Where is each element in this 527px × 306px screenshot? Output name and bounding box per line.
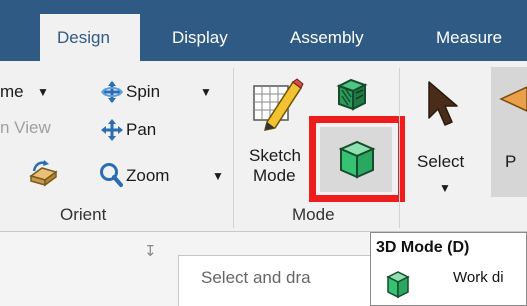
select-label: Select <box>417 152 465 171</box>
highlight-box <box>309 116 405 202</box>
zoom-icon <box>100 163 123 187</box>
chevron-down-icon: ▼ <box>37 85 49 99</box>
spin-label: Spin <box>126 82 161 101</box>
tab-measure-label: Measure <box>436 28 503 47</box>
tab-assembly-label: Assembly <box>290 28 364 47</box>
tab-display-label: Display <box>172 28 228 47</box>
tooltip-3d-mode: 3D Mode (D) Work di <box>370 232 527 306</box>
spin-icon <box>101 81 123 103</box>
sketch-mode-icon <box>253 78 304 131</box>
tab-design-label: Design <box>57 28 110 47</box>
orient-group-label: Orient <box>60 205 107 224</box>
view-orient-icon <box>29 160 58 187</box>
pull-button[interactable]: P <box>491 67 527 197</box>
tab-display[interactable]: Display <box>150 14 250 61</box>
pan-icon <box>101 119 123 141</box>
zoom-button[interactable]: Zoom ▼ <box>96 160 226 190</box>
group-separator <box>233 68 234 228</box>
zoom-label: Zoom <box>126 166 170 185</box>
pan-button[interactable]: Pan <box>96 116 176 144</box>
tooltip-body: Work di <box>453 269 504 286</box>
select-button[interactable]: Select ▼ <box>405 76 485 206</box>
tooltip-title: 3D Mode (D) <box>376 239 470 256</box>
chevron-down-icon: ▼ <box>439 181 451 195</box>
section-mode-icon <box>336 78 368 111</box>
view-orient-button[interactable] <box>28 158 62 192</box>
section-mode-button[interactable] <box>335 76 375 116</box>
sketch-mode-label-line1: Sketch <box>249 146 301 165</box>
pin-icon[interactable]: ↧ <box>144 242 157 260</box>
tab-assembly[interactable]: Assembly <box>282 14 402 61</box>
home-view-button[interactable]: me ▼ <box>0 82 98 104</box>
cube-icon <box>386 271 410 299</box>
search-placeholder: Select and dra <box>201 268 311 287</box>
cursor-arrow-icon <box>428 81 458 126</box>
sketch-mode-label-line2: Mode <box>253 166 296 185</box>
home-view-label: me <box>0 82 24 101</box>
tab-design[interactable]: Design <box>40 14 140 61</box>
group-separator <box>399 68 400 228</box>
sketch-mode-button[interactable]: Sketch Mode <box>245 74 311 200</box>
pull-label: P <box>505 152 517 171</box>
pull-icon <box>499 86 527 112</box>
search-input[interactable]: Select and dra <box>178 255 388 306</box>
plan-view-label: n View <box>0 118 51 137</box>
plan-view-button[interactable]: n View <box>0 118 100 140</box>
pan-label: Pan <box>126 120 157 139</box>
chevron-down-icon: ▼ <box>212 169 224 183</box>
chevron-down-icon: ▼ <box>200 85 212 99</box>
tab-measure[interactable]: Measure <box>420 14 527 61</box>
spin-button[interactable]: Spin ▼ <box>96 78 214 106</box>
mode-group-label: Mode <box>292 205 335 224</box>
